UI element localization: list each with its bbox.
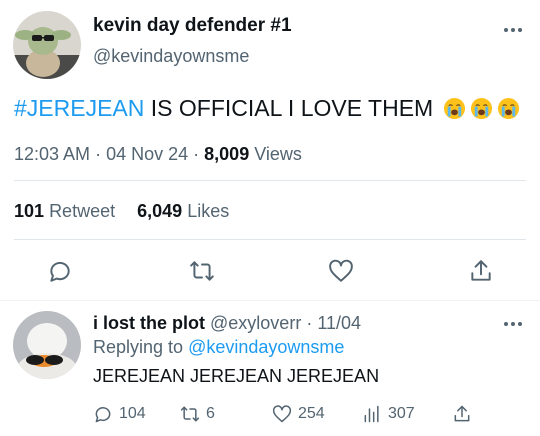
like-icon[interactable] — [328, 258, 354, 284]
reply-retweet-count: 6 — [206, 405, 215, 422]
display-name[interactable]: kevin day defender #1 — [93, 15, 292, 37]
reply-more-options-icon[interactable] — [500, 316, 526, 332]
retweet-icon[interactable] — [189, 258, 215, 284]
tweet-body: IS OFFICIAL I LOVE THEM — [144, 95, 434, 121]
views-count: 8,009 — [204, 144, 250, 164]
retweet-label: Retweet — [49, 201, 116, 221]
divider — [14, 239, 526, 240]
reply-display-name[interactable]: i lost the plot — [93, 313, 205, 333]
reply-header: i lost the plot @exyloverr · 11/04 — [93, 313, 362, 333]
tweet-meta: 12:03 AM · 04 Nov 24 · 8,009 Views — [14, 144, 302, 164]
retweet-icon — [180, 406, 200, 422]
tweet-date[interactable]: 04 Nov 24 — [106, 144, 188, 164]
likes-label: Likes — [187, 201, 230, 221]
views-icon — [364, 405, 379, 423]
divider — [14, 180, 526, 181]
loudly-crying-face-icon — [471, 97, 493, 120]
avatar[interactable] — [13, 11, 81, 79]
loudly-crying-face-icon — [444, 97, 466, 120]
reply-count: 104 — [119, 405, 146, 422]
replying-to-link[interactable]: @kevindayownsme — [188, 337, 344, 357]
reply-like-button[interactable]: 254 — [272, 402, 325, 426]
retweet-stat[interactable]: 101 Retweet — [14, 201, 120, 221]
tweet-time[interactable]: 12:03 AM — [14, 144, 90, 164]
retweet-count: 101 — [14, 201, 45, 221]
like-icon — [272, 405, 292, 423]
share-icon[interactable] — [468, 258, 494, 284]
reply-share-button[interactable] — [452, 402, 472, 426]
likes-count: 6,049 — [137, 201, 183, 221]
replying-prefix: Replying to — [93, 337, 184, 357]
divider — [0, 300, 540, 301]
hashtag-link[interactable]: #JEREJEAN — [14, 95, 144, 122]
reply-icon — [95, 407, 111, 423]
views-label: Views — [254, 144, 302, 164]
reply-reply-button[interactable]: 104 — [93, 402, 146, 426]
reply-view-count: 307 — [388, 405, 415, 422]
user-handle[interactable]: @kevindayownsme — [93, 46, 249, 67]
reply-icon[interactable] — [47, 258, 73, 284]
reply-avatar[interactable] — [13, 311, 81, 379]
reply-like-count: 254 — [298, 405, 325, 422]
replying-to: Replying to @kevindayownsme — [93, 337, 344, 358]
reply-handle[interactable]: @exyloverr — [210, 313, 301, 333]
loudly-crying-face-icon — [498, 97, 520, 120]
tweet-text: #JEREJEAN IS OFFICIAL I LOVE THEM — [14, 95, 520, 122]
more-options-icon[interactable] — [500, 22, 526, 38]
engagement-stats: 101 Retweet 6,049 Likes — [14, 201, 229, 222]
reply-date[interactable]: 11/04 — [317, 313, 361, 333]
reply-text: JEREJEAN JEREJEAN JEREJEAN — [93, 366, 380, 386]
reply-retweet-button[interactable]: 6 — [180, 402, 215, 426]
reply-views-button[interactable]: 307 — [362, 402, 415, 426]
share-icon — [454, 405, 470, 422]
likes-stat[interactable]: 6,049 Likes — [137, 201, 229, 221]
